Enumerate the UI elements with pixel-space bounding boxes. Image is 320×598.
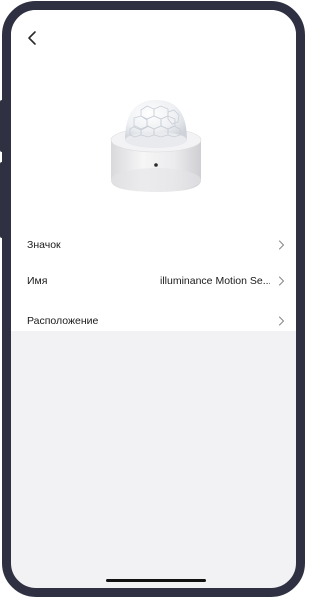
home-indicator[interactable] [106, 579, 206, 582]
row-label: Расположение [27, 315, 99, 327]
back-chevron-icon[interactable] [25, 30, 39, 46]
chevron-right-icon [278, 316, 285, 326]
row-label: Значок [27, 239, 61, 251]
settings-row-location[interactable]: Расположение [11, 303, 296, 339]
chevron-right-icon [278, 240, 285, 250]
motion-sensor-image [110, 100, 202, 192]
row-label: Имя [27, 275, 48, 287]
chevron-right-icon [278, 276, 285, 286]
settings-row-name[interactable]: Имя illuminance Motion Se... [11, 263, 296, 299]
settings-panel: Значок Имя illuminance Motion Se... Расп… [11, 10, 296, 331]
device-name-value: illuminance Motion Se... [160, 275, 270, 287]
phone-frame: Значок Имя illuminance Motion Se... Расп… [2, 1, 305, 597]
settings-row-icon[interactable]: Значок [11, 227, 296, 263]
